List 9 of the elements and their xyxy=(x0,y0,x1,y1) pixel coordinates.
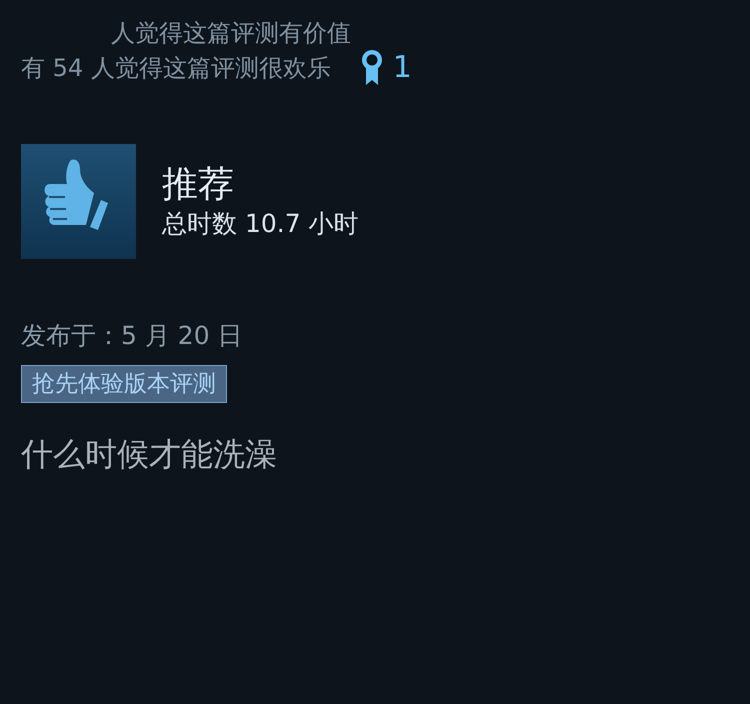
early-access-tag: 抢先体验版本评测 xyxy=(21,365,227,403)
review-text: 什么时候才能洗澡 xyxy=(21,434,278,475)
playtime: 总时数 10.7 小时 xyxy=(162,208,359,240)
funny-count: 有 54 人觉得这篇评测很欢乐 xyxy=(21,53,331,84)
review-verdict: 推荐 xyxy=(162,162,235,206)
helpful-count: 人觉得这篇评测有价值 xyxy=(111,18,351,49)
posted-date: 发布于：5 月 20 日 xyxy=(21,320,244,352)
award-count: 1 xyxy=(392,51,412,85)
award-ribbon-icon xyxy=(360,50,383,86)
